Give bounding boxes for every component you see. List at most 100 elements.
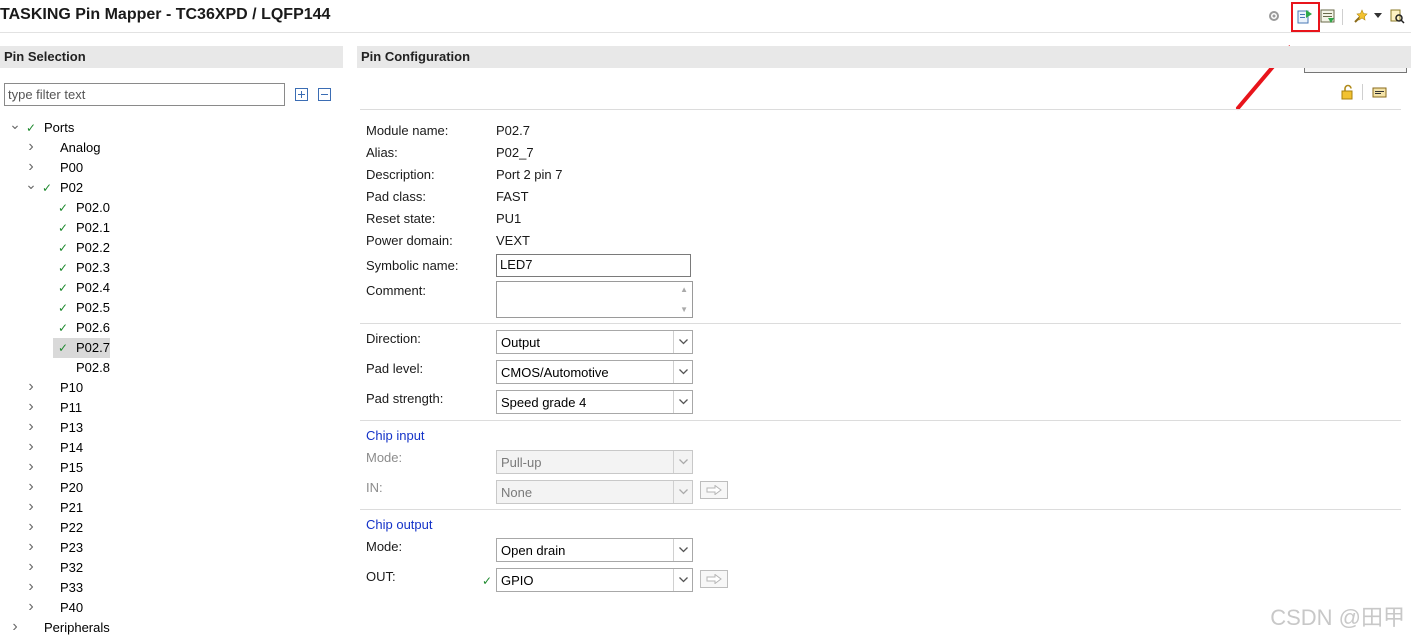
chip-input-in-select: None bbox=[496, 480, 693, 504]
description-label: Description: bbox=[366, 167, 435, 182]
tree-row[interactable]: › P40 bbox=[0, 598, 340, 618]
settings-small-icon[interactable] bbox=[1266, 8, 1282, 24]
symbolic-name-field[interactable]: LED7 bbox=[496, 254, 691, 277]
pad-level-select-value: CMOS/Automotive bbox=[501, 365, 609, 380]
tree-item-label: Analog bbox=[60, 140, 101, 155]
chevron-right-icon[interactable]: › bbox=[25, 537, 37, 557]
export-icon[interactable] bbox=[1320, 8, 1336, 24]
tree-item-label: P02.2 bbox=[76, 240, 110, 255]
tree-row[interactable]: ✓ P02.3 bbox=[0, 258, 340, 278]
chevron-down-icon[interactable]: ⌄ bbox=[9, 114, 21, 134]
chip-input-title: Chip input bbox=[366, 428, 425, 443]
tree-row[interactable]: ✓ P02.4 bbox=[0, 278, 340, 298]
chip-output-out-select[interactable]: GPIO bbox=[496, 568, 693, 592]
tree-item-label: P32 bbox=[60, 560, 84, 575]
chevron-right-icon[interactable]: › bbox=[25, 417, 37, 437]
chevron-down-icon[interactable] bbox=[673, 569, 692, 591]
description-value: Port 2 pin 7 bbox=[496, 167, 563, 182]
tree-row[interactable]: ✓ P02.1 bbox=[0, 218, 340, 238]
tree-row[interactable]: ✓ P02.2 bbox=[0, 238, 340, 258]
expand-all-icon[interactable] bbox=[295, 88, 308, 101]
chip-output-mode-select[interactable]: Open drain bbox=[496, 538, 693, 562]
chevron-right-icon[interactable]: › bbox=[25, 517, 37, 537]
power-domain-value: VEXT bbox=[496, 233, 530, 248]
app-title: TASKING Pin Mapper - TC36XPD / LQFP144 bbox=[0, 6, 331, 23]
tree-row[interactable]: › P20 bbox=[0, 478, 340, 498]
chevron-right-icon[interactable]: › bbox=[25, 137, 37, 157]
tree-item-label: P02.7 bbox=[76, 340, 110, 355]
chip-output-mode-value: Open drain bbox=[501, 543, 566, 558]
tree-row[interactable]: › P32 bbox=[0, 558, 340, 578]
chevron-down-icon[interactable] bbox=[673, 331, 692, 353]
right-arrow-icon bbox=[706, 485, 722, 495]
tree-row[interactable]: ✓ P02.6 bbox=[0, 318, 340, 338]
check-icon: ✓ bbox=[57, 341, 69, 355]
chip-output-mode-label: Mode: bbox=[366, 539, 403, 554]
tree-row[interactable]: › P10 bbox=[0, 378, 340, 398]
filter-input[interactable] bbox=[4, 83, 285, 106]
chevron-right-icon[interactable]: › bbox=[25, 397, 37, 417]
tree-row[interactable]: › P21 bbox=[0, 498, 340, 518]
tree-row[interactable]: ✓ P02.7 bbox=[0, 338, 340, 358]
chevron-right-icon[interactable]: › bbox=[25, 557, 37, 577]
collapse-all-icon[interactable] bbox=[318, 88, 331, 101]
tree-row[interactable]: › P00 bbox=[0, 158, 340, 178]
chip-output-out-label: OUT: bbox=[366, 569, 396, 584]
tree-row[interactable]: › P14 bbox=[0, 438, 340, 458]
chevron-down-icon[interactable] bbox=[673, 361, 692, 383]
tree-row[interactable]: › P33 bbox=[0, 578, 340, 598]
chip-input-mode-label: Mode: bbox=[366, 450, 403, 465]
tree-row[interactable]: › P13 bbox=[0, 418, 340, 438]
tree-row[interactable]: ⌄ ✓ P02 bbox=[0, 176, 340, 198]
tree-row[interactable]: › P23 bbox=[0, 538, 340, 558]
config-toolbar-separator bbox=[1362, 84, 1363, 100]
chevron-down-icon[interactable] bbox=[673, 391, 692, 413]
options-icon[interactable] bbox=[1371, 84, 1387, 100]
chip-output-separator bbox=[360, 509, 1401, 510]
lock-icon[interactable] bbox=[1340, 84, 1356, 100]
tree-item-label: P33 bbox=[60, 580, 84, 595]
tree-row[interactable]: › P15 bbox=[0, 458, 340, 478]
chevron-right-icon[interactable]: › bbox=[25, 497, 37, 517]
tree-row[interactable]: › P11 bbox=[0, 398, 340, 418]
tree-item-label: P14 bbox=[60, 440, 84, 455]
pad-level-select[interactable]: CMOS/Automotive bbox=[496, 360, 693, 384]
chevron-right-icon[interactable]: › bbox=[25, 597, 37, 617]
power-domain-label: Power domain: bbox=[366, 233, 453, 248]
tree-row[interactable]: ✓ P02.0 bbox=[0, 198, 340, 218]
tree-row[interactable]: › P22 bbox=[0, 518, 340, 538]
chevron-right-icon[interactable]: › bbox=[25, 437, 37, 457]
wizard-icon[interactable] bbox=[1352, 8, 1368, 24]
tree-item-label: P00 bbox=[60, 160, 84, 175]
inspect-icon[interactable] bbox=[1389, 8, 1405, 24]
tree-item-label: P23 bbox=[60, 540, 84, 555]
chevron-right-icon[interactable]: › bbox=[25, 577, 37, 597]
tree-row[interactable]: › Analog bbox=[0, 138, 340, 158]
scroll-down-icon[interactable]: ▼ bbox=[680, 305, 688, 314]
chip-output-title: Chip output bbox=[366, 517, 433, 532]
pad-strength-select[interactable]: Speed grade 4 bbox=[496, 390, 693, 414]
chevron-right-icon[interactable]: › bbox=[25, 457, 37, 477]
check-icon: ✓ bbox=[57, 201, 69, 215]
scroll-up-icon[interactable]: ▲ bbox=[680, 285, 688, 294]
chevron-down-icon[interactable] bbox=[673, 539, 692, 561]
tree-item-label: P02.4 bbox=[76, 280, 110, 295]
alias-value: P02_7 bbox=[496, 145, 534, 160]
direction-select[interactable]: Output bbox=[496, 330, 693, 354]
chip-output-goto-button[interactable] bbox=[700, 570, 728, 588]
chip-input-goto-button[interactable] bbox=[700, 481, 728, 499]
tree-row[interactable]: P02.8 bbox=[0, 358, 340, 378]
chevron-right-icon[interactable]: › bbox=[25, 477, 37, 497]
tree-item-label: P21 bbox=[60, 500, 84, 515]
dropdown-chevron-icon[interactable] bbox=[1373, 8, 1383, 24]
tree-row[interactable]: ⌄ ✓ Ports bbox=[0, 116, 340, 138]
tree-row[interactable]: ✓ P02.5 bbox=[0, 298, 340, 318]
reset-state-value: PU1 bbox=[496, 211, 522, 226]
chevron-right-icon[interactable]: › bbox=[25, 377, 37, 397]
comment-field[interactable]: ▲ ▼ bbox=[496, 281, 693, 318]
chevron-down-icon[interactable]: ⌄ bbox=[25, 174, 37, 194]
tree-row[interactable]: › Peripherals bbox=[0, 618, 340, 638]
tree-item-label: P10 bbox=[60, 380, 84, 395]
chevron-right-icon[interactable]: › bbox=[9, 617, 21, 637]
pin-selection-header: Pin Selection bbox=[0, 46, 343, 68]
